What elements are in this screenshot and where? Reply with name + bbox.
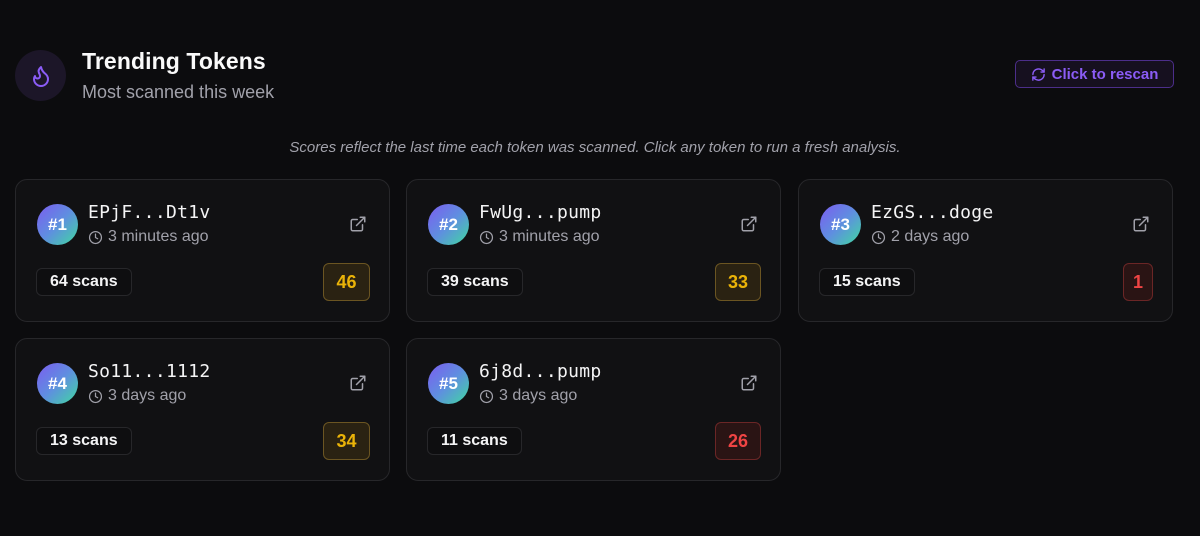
- score-badge: 26: [715, 422, 761, 460]
- external-link-icon[interactable]: [1132, 215, 1150, 233]
- refresh-icon: [1031, 67, 1045, 81]
- clock-icon: [479, 389, 494, 403]
- score-badge: 34: [323, 422, 370, 460]
- scan-count: 64 scans: [36, 268, 132, 296]
- scan-count: 11 scans: [427, 427, 522, 455]
- clock-icon: [88, 230, 103, 244]
- score-badge: 33: [715, 263, 761, 301]
- rescan-label: Click to rescan: [1051, 65, 1159, 83]
- score-note: Scores reflect the last time each token …: [289, 139, 901, 156]
- last-scanned: 2 days ago: [871, 228, 969, 246]
- token-address: FwUg...pump: [479, 202, 602, 223]
- last-scanned: 3 days ago: [88, 387, 186, 405]
- token-card[interactable]: #5 6j8d...pump 3 days ago 11 scans 26: [406, 338, 781, 481]
- rank-badge: #1: [37, 204, 78, 245]
- external-link-icon[interactable]: [740, 215, 758, 233]
- score-badge: 46: [323, 263, 370, 301]
- token-address: EPjF...Dt1v: [88, 202, 211, 223]
- scan-count: 13 scans: [36, 427, 132, 455]
- trending-tokens-panel: Trending Tokens Most scanned this week C…: [0, 0, 1200, 536]
- last-scanned-text: 3 days ago: [108, 387, 187, 404]
- external-link-icon[interactable]: [740, 374, 758, 392]
- flame-icon-badge: [15, 50, 66, 101]
- token-card[interactable]: #1 EPjF...Dt1v 3 minutes ago 64 scans 46: [15, 179, 390, 322]
- rank-badge: #3: [820, 204, 861, 245]
- last-scanned-text: 3 minutes ago: [108, 228, 209, 245]
- clock-icon: [479, 230, 494, 244]
- rank-badge: #2: [428, 204, 469, 245]
- token-address: 6j8d...pump: [479, 361, 602, 382]
- clock-icon: [871, 230, 886, 244]
- last-scanned: 3 minutes ago: [479, 228, 600, 246]
- rescan-button[interactable]: Click to rescan: [1015, 60, 1174, 88]
- token-address: EzGS...doge: [871, 202, 994, 223]
- page-subtitle: Most scanned this week: [82, 82, 275, 102]
- scan-count: 15 scans: [819, 268, 915, 296]
- last-scanned-text: 3 days ago: [499, 387, 578, 404]
- last-scanned-text: 2 days ago: [891, 228, 970, 245]
- page-title: Trending Tokens: [82, 48, 266, 74]
- scan-count: 39 scans: [427, 268, 523, 296]
- last-scanned: 3 days ago: [479, 387, 577, 405]
- flame-icon: [32, 65, 49, 87]
- score-badge: 1: [1123, 263, 1153, 301]
- external-link-icon[interactable]: [349, 215, 367, 233]
- token-address: So11...1112: [88, 361, 211, 382]
- last-scanned: 3 minutes ago: [88, 228, 209, 246]
- rank-badge: #4: [37, 363, 78, 404]
- rank-badge: #5: [428, 363, 469, 404]
- last-scanned-text: 3 minutes ago: [499, 228, 600, 245]
- external-link-icon[interactable]: [349, 374, 367, 392]
- token-card[interactable]: #2 FwUg...pump 3 minutes ago 39 scans 33: [406, 179, 781, 322]
- token-card[interactable]: #3 EzGS...doge 2 days ago 15 scans 1: [798, 179, 1173, 322]
- clock-icon: [88, 389, 103, 403]
- token-card[interactable]: #4 So11...1112 3 days ago 13 scans 34: [15, 338, 390, 481]
